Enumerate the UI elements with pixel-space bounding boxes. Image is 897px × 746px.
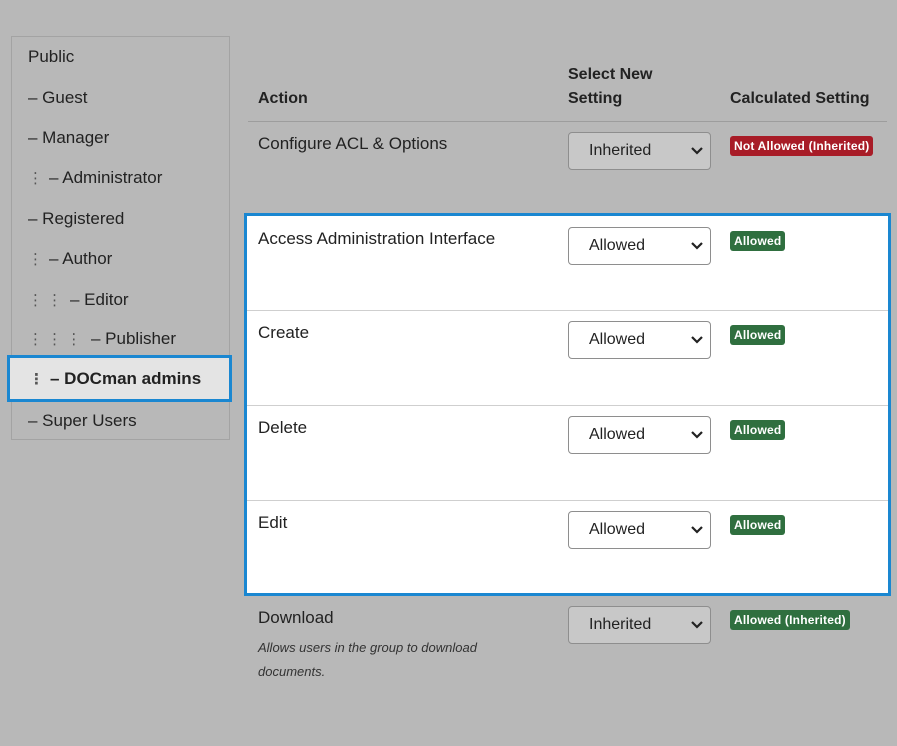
chevron-down-icon [691,526,703,534]
action-label-create: Create [258,323,310,342]
indent-dots-icon: ⋮ [28,251,43,268]
action-label-edit: Edit [258,513,288,532]
chevron-down-icon [691,621,703,629]
chevron-down-icon [691,242,703,250]
indent-dots-icon: ⋮ ⋮ [28,292,63,309]
group-docman-admins[interactable]: ⋮ – DOCman admins [7,355,232,402]
group-label: – Super Users [28,411,137,430]
group-label: – DOCman admins [50,368,202,388]
group-registered[interactable]: – Registered [12,199,229,239]
group-public[interactable]: Public [12,37,229,77]
action-label-configure: Configure ACL & Options [258,134,448,153]
select-value: Inherited [589,616,652,633]
setting-select-edit[interactable]: Allowed [568,511,711,549]
action-label-download: Download [258,608,334,627]
indent-dots-icon: ⋮ ⋮ ⋮ [28,331,82,348]
header-divider [248,121,887,122]
setting-select-download[interactable]: Inherited [568,606,711,644]
group-label: – Editor [70,290,129,309]
action-label-access-admin: Access Administration Interface [258,229,496,248]
group-label: – Publisher [91,329,177,348]
chevron-down-icon [691,336,703,344]
select-value: Allowed [589,237,646,254]
header-calculated-setting: Calculated Setting [730,90,870,107]
status-badge-access-admin: Allowed [730,231,786,251]
setting-select-delete[interactable]: Allowed [568,416,711,454]
setting-select-configure[interactable]: Inherited [568,132,711,170]
chevron-down-icon [691,147,703,155]
group-label: – Manager [28,128,110,147]
group-publisher[interactable]: ⋮ ⋮ ⋮ – Publisher [12,319,229,359]
indent-dots-icon: ⋮ [29,370,44,388]
group-manager[interactable]: – Manager [12,118,229,158]
group-super-users[interactable]: – Super Users [12,401,229,441]
status-badge-edit: Allowed [730,515,786,535]
setting-select-access-admin[interactable]: Allowed [568,227,711,265]
group-label: – Administrator [49,168,163,187]
setting-select-create[interactable]: Allowed [568,321,711,359]
group-guest[interactable]: – Guest [12,78,229,118]
user-group-list: Public – Guest – Manager ⋮ – Administrat… [7,36,232,441]
group-label: – Guest [28,88,88,107]
group-label: – Author [49,249,113,268]
chevron-down-icon [691,431,703,439]
header-action: Action [258,90,308,107]
action-description-download-line1: Allows users in the group to download [258,640,477,655]
action-label-delete: Delete [258,418,308,437]
select-value: Allowed [589,426,646,443]
select-value: Allowed [589,331,646,348]
header-select-new-line1: Select New [568,66,653,83]
status-badge-download: Allowed (Inherited) [730,610,850,630]
row-divider [247,500,888,501]
group-label: – Registered [28,209,125,228]
group-administrator[interactable]: ⋮ – Administrator [12,158,229,198]
header-select-new-line2: Setting [568,90,623,107]
status-badge-create: Allowed [730,325,786,345]
row-divider [247,405,888,406]
select-value: Allowed [589,521,646,538]
status-badge-delete: Allowed [730,420,786,440]
group-author[interactable]: ⋮ – Author [12,239,229,279]
group-editor[interactable]: ⋮ ⋮ – Editor [12,280,229,320]
indent-dots-icon: ⋮ [28,170,43,187]
status-badge-configure: Not Allowed (Inherited) [730,136,874,156]
row-divider [247,310,888,311]
select-value: Inherited [589,142,652,159]
group-label: Public [28,47,75,66]
action-description-download-line2: documents. [258,664,326,679]
